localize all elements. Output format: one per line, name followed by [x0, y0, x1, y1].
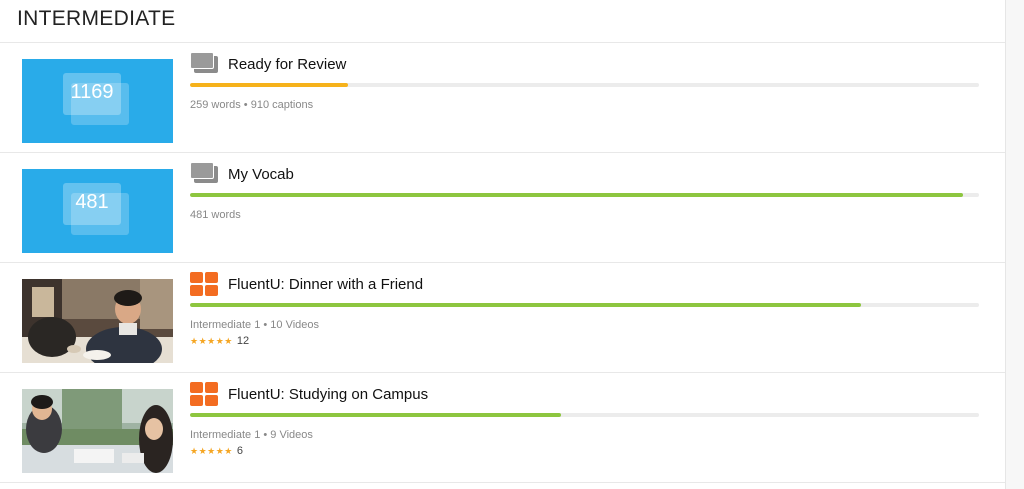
item-title[interactable]: My Vocab [228, 166, 294, 183]
item-thumbnail[interactable]: 1169 [22, 59, 173, 143]
card-count-badge: 481 [63, 183, 129, 235]
item-title[interactable]: FluentU: Dinner with a Friend [228, 276, 423, 293]
item-thumbnail[interactable]: 481 [22, 169, 173, 253]
item-thumbnail[interactable] [22, 389, 173, 473]
rating-count: 12 [236, 335, 250, 347]
card-count: 481 [63, 183, 121, 225]
video-thumbnail-image [22, 389, 173, 473]
list-item-studying-on-campus[interactable]: FluentU: Studying on Campus Intermediate… [0, 373, 1005, 483]
progress-bar [190, 83, 979, 87]
course-list-panel: INTERMEDIATE 1169 Ready for Review 259 w… [0, 0, 1005, 489]
progress-fill [190, 303, 861, 307]
list-item-dinner-with-a-friend[interactable]: FluentU: Dinner with a Friend Intermedia… [0, 263, 1005, 373]
progress-fill [190, 193, 964, 197]
item-title[interactable]: Ready for Review [228, 56, 346, 73]
item-meta: Intermediate 1 • 10 Videos [190, 319, 320, 331]
progress-bar [190, 303, 979, 307]
item-thumbnail[interactable] [22, 279, 173, 363]
progress-bar [190, 193, 979, 197]
item-title[interactable]: FluentU: Studying on Campus [228, 386, 428, 403]
list-item-my-vocab[interactable]: 481 My Vocab 481 words [0, 153, 1005, 263]
star-rating-icon: ★★★★★ [190, 336, 233, 346]
section-title: INTERMEDIATE [17, 7, 176, 30]
item-meta: Intermediate 1 • 9 Videos [190, 429, 313, 441]
progress-fill [190, 83, 348, 87]
item-meta: 481 words [190, 209, 241, 221]
list-item-ready-for-review[interactable]: 1169 Ready for Review 259 words • 910 ca… [0, 43, 1005, 153]
progress-fill [190, 413, 561, 417]
video-thumbnail-image [22, 279, 173, 363]
star-rating-icon: ★★★★★ [190, 446, 233, 456]
progress-bar [190, 413, 979, 417]
item-meta: 259 words • 910 captions [190, 99, 314, 111]
rating: ★★★★★ 12 [190, 335, 249, 347]
rating-count: 6 [236, 445, 243, 457]
card-count-badge: 1169 [63, 73, 129, 125]
scrollbar-track[interactable] [1005, 0, 1024, 489]
section-header: INTERMEDIATE [0, 0, 1005, 43]
card-count: 1169 [63, 73, 121, 115]
rating: ★★★★★ 6 [190, 445, 243, 457]
